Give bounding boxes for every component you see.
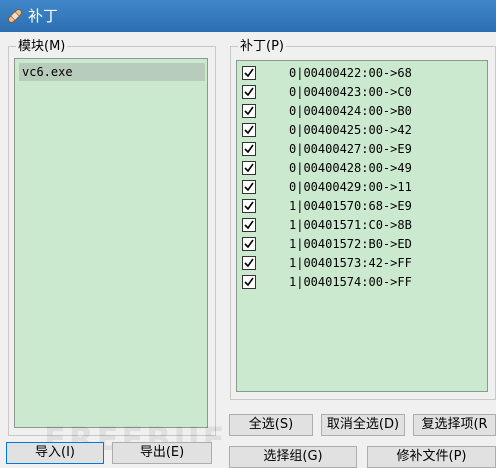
patch-text: 1|00401570:68->E9 <box>289 199 412 213</box>
patch-row[interactable]: 1|00401574:00->FF <box>237 273 487 292</box>
patch-row[interactable]: 0|00400425:00->42 <box>237 121 487 140</box>
patch-text: 0|00400429:00->11 <box>289 180 412 194</box>
bandage-icon <box>7 8 23 24</box>
patch-file-button[interactable]: 修补文件(P) <box>367 446 496 468</box>
import-button[interactable]: 导入(I) <box>6 442 104 464</box>
patch-checkbox[interactable] <box>242 218 256 232</box>
checkmark-icon <box>244 106 254 116</box>
patch-row[interactable]: 1|00401570:68->E9 <box>237 197 487 216</box>
patch-list[interactable]: 0|00400422:00->68 0|00400423:00->C0 0|0040… <box>236 60 488 392</box>
patch-checkbox[interactable] <box>242 180 256 194</box>
checkmark-icon <box>244 163 254 173</box>
patch-checkbox[interactable] <box>242 256 256 270</box>
patch-row[interactable]: 0|00400427:00->E9 <box>237 140 487 159</box>
patch-row[interactable]: 1|00401572:B0->ED <box>237 235 487 254</box>
patch-checkbox[interactable] <box>242 104 256 118</box>
checkmark-icon <box>244 182 254 192</box>
patch-text: 0|00400427:00->E9 <box>289 142 412 156</box>
checkmark-icon <box>244 87 254 97</box>
patch-row[interactable]: 0|00400424:00->B0 <box>237 102 487 121</box>
patch-text: 1|00401574:00->FF <box>289 275 412 289</box>
patch-text: 0|00400422:00->68 <box>289 66 412 80</box>
checkmark-icon <box>244 239 254 249</box>
export-button[interactable]: 导出(E) <box>112 442 212 464</box>
patch-row[interactable]: 0|00400423:00->C0 <box>237 83 487 102</box>
patch-text: 0|00400424:00->B0 <box>289 104 412 118</box>
select-all-button[interactable]: 全选(S) <box>229 414 313 436</box>
checkmark-icon <box>244 68 254 78</box>
patch-checkbox[interactable] <box>242 275 256 289</box>
title-bar: 补丁 <box>0 0 496 32</box>
patch-row[interactable]: 0|00400422:00->68 <box>237 64 487 83</box>
patch-text: 0|00400428:00->49 <box>289 161 412 175</box>
checkmark-icon <box>244 144 254 154</box>
patch-text: 0|00400425:00->42 <box>289 123 412 137</box>
patch-checkbox[interactable] <box>242 123 256 137</box>
checkmark-icon <box>244 258 254 268</box>
checkmark-icon <box>244 277 254 287</box>
checkmark-icon <box>244 201 254 211</box>
patch-text: 0|00400423:00->C0 <box>289 85 412 99</box>
patch-checkbox[interactable] <box>242 161 256 175</box>
patch-text: 1|00401571:C0->8B <box>289 218 412 232</box>
module-item-vc6[interactable]: vc6.exe <box>19 63 205 81</box>
patch-row[interactable]: 1|00401573:42->FF <box>237 254 487 273</box>
window-title: 补丁 <box>28 7 59 25</box>
patch-row[interactable]: 1|00401571:C0->8B <box>237 216 487 235</box>
patch-row[interactable]: 0|00400428:00->49 <box>237 159 487 178</box>
restore-selected-button[interactable]: 复选择项(R <box>413 414 496 436</box>
patch-text: 1|00401572:B0->ED <box>289 237 412 251</box>
patch-checkbox[interactable] <box>242 142 256 156</box>
patch-checkbox[interactable] <box>242 85 256 99</box>
patch-checkbox[interactable] <box>242 237 256 251</box>
select-group-button[interactable]: 选择组(G) <box>229 446 357 468</box>
patch-text: 1|00401573:42->FF <box>289 256 412 270</box>
deselect-all-button[interactable]: 取消全选(D) <box>321 414 405 436</box>
modules-label: 模块(M) <box>16 38 68 56</box>
checkmark-icon <box>244 125 254 135</box>
patches-label: 补丁(P) <box>238 38 286 56</box>
checkmark-icon <box>244 220 254 230</box>
module-list[interactable]: vc6.exe <box>14 58 208 428</box>
patch-row[interactable]: 0|00400429:00->11 <box>237 178 487 197</box>
patch-checkbox[interactable] <box>242 66 256 80</box>
patch-checkbox[interactable] <box>242 199 256 213</box>
